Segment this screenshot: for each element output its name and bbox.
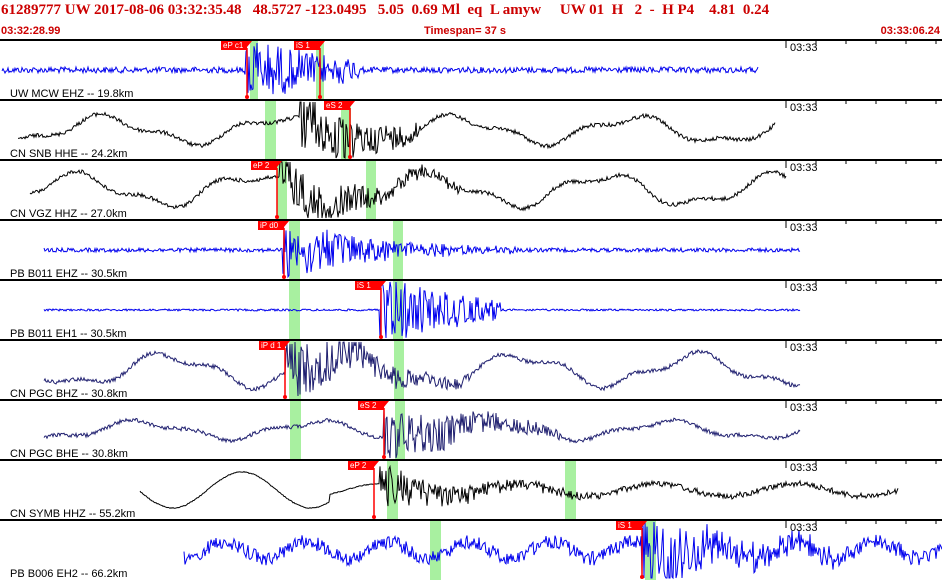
station-channel-label: CN VGZ HHZ -- 27.0km bbox=[10, 208, 127, 220]
pick-anchor-dot-icon bbox=[275, 215, 279, 219]
trace-panel[interactable]: eP c1 iS 1 UW MCW EHZ -- 19.8km 03:33 bbox=[0, 39, 942, 100]
pick-window-highlight bbox=[565, 460, 576, 520]
station-channel-label: CN PGC BHZ -- 30.8km bbox=[10, 388, 127, 400]
waveform-trace bbox=[29, 161, 787, 219]
station-channel-label: PB B006 EH2 -- 66.2km bbox=[10, 568, 127, 580]
pick-anchor-dot-icon bbox=[245, 95, 249, 99]
waveform-trace bbox=[43, 408, 801, 459]
waveform-trace bbox=[139, 464, 899, 509]
minute-time-label: 03:33 bbox=[790, 222, 818, 234]
station-channel-label: CN PGC BHE -- 30.8km bbox=[10, 448, 128, 460]
trace-panel[interactable]: iP d 1 CN PGC BHZ -- 30.8km 03:33 bbox=[0, 339, 942, 400]
station-channel-label: PB B011 EH1 -- 30.5km bbox=[10, 328, 127, 340]
pick-window-highlight bbox=[265, 100, 276, 160]
trace-panel[interactable]: eP 2 CN VGZ HHZ -- 27.0km 03:33 bbox=[0, 159, 942, 220]
trace-panel[interactable]: iP d0 PB B011 EHZ -- 30.5km 03:33 bbox=[0, 219, 942, 280]
pick-flag-pointer-icon bbox=[350, 101, 355, 107]
pick-window-highlight bbox=[290, 400, 301, 460]
waveform-trace bbox=[17, 101, 776, 159]
minute-time-label: 03:33 bbox=[790, 402, 818, 414]
station-channel-label: UW MCW EHZ -- 19.8km bbox=[10, 88, 133, 100]
pick-flag-pointer-icon bbox=[384, 401, 389, 407]
minute-time-label: 03:33 bbox=[790, 522, 818, 534]
pick-window-highlight bbox=[430, 520, 441, 580]
pick-anchor-dot-icon bbox=[379, 335, 383, 339]
waveform-trace bbox=[1, 42, 759, 95]
phase-pick-label: iS 1 bbox=[618, 521, 632, 530]
phase-pick-label: eS 2 bbox=[326, 101, 343, 110]
waveform-trace bbox=[43, 227, 801, 279]
pick-anchor-dot-icon bbox=[282, 275, 286, 279]
trace-panel[interactable]: eS 2 CN SNB HHE -- 24.2km 03:33 bbox=[0, 99, 942, 160]
station-channel-label: CN SNB HHE -- 24.2km bbox=[10, 148, 127, 160]
minute-time-label: 03:33 bbox=[790, 102, 818, 114]
trace-panel[interactable]: iS 1 PB B006 EH2 -- 66.2km 03:33 bbox=[0, 519, 942, 580]
phase-pick-label: iS 1 bbox=[357, 281, 371, 290]
minute-time-label: 03:33 bbox=[790, 282, 818, 294]
phase-pick-label: eS 2 bbox=[360, 401, 377, 410]
minute-time-label: 03:33 bbox=[790, 342, 818, 354]
minute-time-label: 03:33 bbox=[790, 42, 818, 54]
trace-panel[interactable]: iS 1 PB B011 EH1 -- 30.5km 03:33 bbox=[0, 279, 942, 340]
pick-anchor-dot-icon bbox=[348, 155, 352, 159]
waveform-trace bbox=[43, 281, 801, 339]
pick-flag-pointer-icon bbox=[284, 221, 289, 227]
station-channel-label: CN SYMB HHZ -- 55.2km bbox=[10, 508, 135, 520]
phase-pick-label: eP 2 bbox=[253, 161, 270, 170]
waveform-trace bbox=[183, 521, 942, 580]
phase-pick-label: eP 2 bbox=[350, 461, 367, 470]
pick-anchor-dot-icon bbox=[372, 515, 376, 519]
minute-time-label: 03:33 bbox=[790, 162, 818, 174]
waveform-trace bbox=[43, 341, 801, 397]
pick-anchor-dot-icon bbox=[640, 575, 644, 579]
trace-panel[interactable]: eS 2 CN PGC BHE -- 30.8km 03:33 bbox=[0, 399, 942, 460]
station-channel-label: PB B011 EHZ -- 30.5km bbox=[10, 268, 127, 280]
phase-pick-label: iP d0 bbox=[260, 221, 279, 230]
pick-anchor-dot-icon bbox=[318, 95, 322, 99]
minute-time-label: 03:33 bbox=[790, 462, 818, 474]
seismogram-panel-stack[interactable]: eP c1 iS 1 UW MCW EHZ -- 19.8km 03:33 eS 2 CN… bbox=[0, 0, 942, 580]
pick-anchor-dot-icon bbox=[382, 455, 386, 459]
phase-pick-label: eP c1 bbox=[223, 41, 244, 50]
pick-anchor-dot-icon bbox=[283, 395, 287, 399]
trace-panel[interactable]: eP 2 CN SYMB HHZ -- 55.2km 03:33 bbox=[0, 459, 942, 520]
pick-flag-pointer-icon bbox=[374, 461, 379, 467]
phase-pick-label: iS 1 bbox=[296, 41, 310, 50]
phase-pick-label: iP d 1 bbox=[261, 341, 282, 350]
